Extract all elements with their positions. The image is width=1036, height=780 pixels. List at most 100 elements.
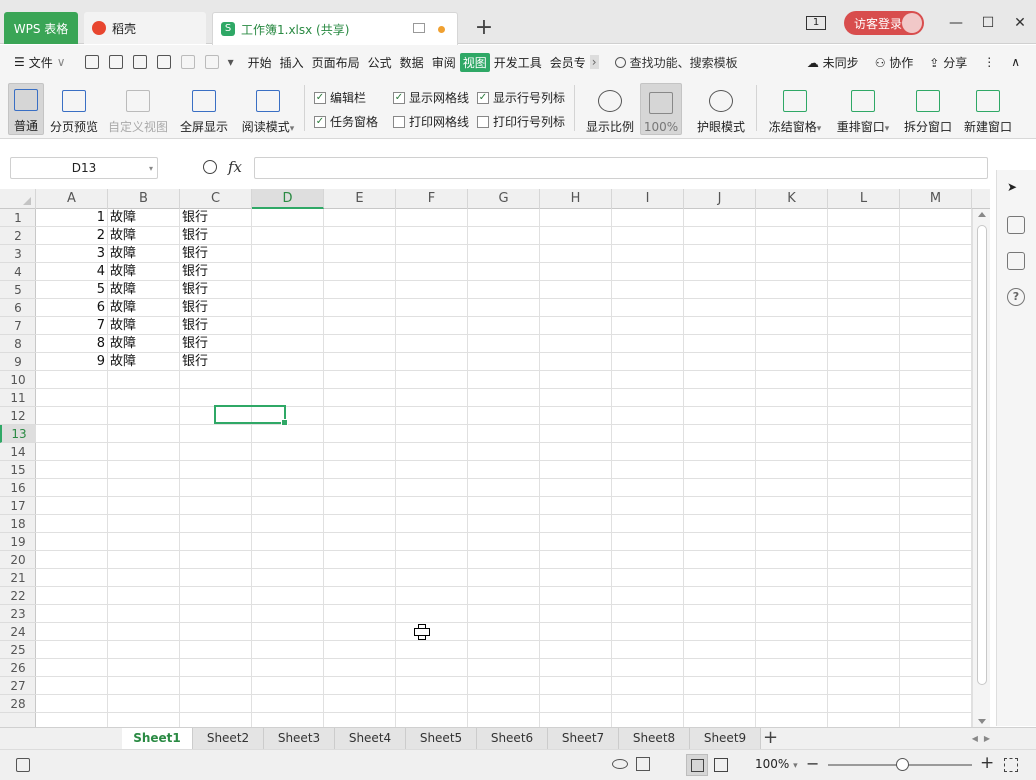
name-box[interactable]: D13 ▾ xyxy=(10,157,158,179)
cell-a1[interactable]: 1 xyxy=(36,209,108,227)
cell-c6[interactable]: 银行 xyxy=(180,299,252,317)
sheet-tab-sheet7[interactable]: Sheet7 xyxy=(548,728,619,749)
row-header-3[interactable]: 3 xyxy=(0,245,36,263)
menu-home[interactable]: 开始 xyxy=(244,54,276,71)
row-header-17[interactable]: 17 xyxy=(0,497,36,515)
sheet-tab-sheet2[interactable]: Sheet2 xyxy=(193,728,264,749)
undo-icon[interactable] xyxy=(180,55,195,69)
custom-view-button[interactable]: 自定义视图 xyxy=(106,83,170,135)
row-header-12[interactable]: 12 xyxy=(0,407,36,425)
cell-b1[interactable]: 故障 xyxy=(108,209,180,227)
menu-view[interactable]: 视图 xyxy=(459,52,490,72)
rearrange-windows-button[interactable]: 重排窗口▾ xyxy=(832,83,894,135)
help-icon[interactable]: ? xyxy=(1007,288,1025,306)
row-header-25[interactable]: 25 xyxy=(0,641,36,659)
menu-data[interactable]: 数据 xyxy=(396,54,428,71)
task-pane-checkbox[interactable]: ✓ 任务窗格 xyxy=(314,113,378,130)
row-header-1[interactable]: 1 xyxy=(0,209,36,227)
sync-status[interactable]: ☁ 未同步 xyxy=(807,54,859,71)
new-window-button[interactable]: 新建窗口 xyxy=(962,83,1014,135)
cell-a6[interactable]: 6 xyxy=(36,299,108,317)
row-header-16[interactable]: 16 xyxy=(0,479,36,497)
cell-c3[interactable]: 银行 xyxy=(180,245,252,263)
cell-c5[interactable]: 银行 xyxy=(180,281,252,299)
row-header-21[interactable]: 21 xyxy=(0,569,36,587)
save-icon[interactable] xyxy=(84,55,99,69)
menu-page-layout[interactable]: 页面布局 xyxy=(308,54,364,71)
row-header-4[interactable]: 4 xyxy=(0,263,36,281)
cell-a7[interactable]: 7 xyxy=(36,317,108,335)
print-preview-icon[interactable] xyxy=(156,55,171,69)
print-icon[interactable] xyxy=(132,55,147,69)
add-sheet-button[interactable]: + xyxy=(763,728,778,748)
menu-formula[interactable]: 公式 xyxy=(364,54,396,71)
row-header-7[interactable]: 7 xyxy=(0,317,36,335)
cell-a8[interactable]: 8 xyxy=(36,335,108,353)
row-header-2[interactable]: 2 xyxy=(0,227,36,245)
row-header-5[interactable]: 5 xyxy=(0,281,36,299)
read-mode-button[interactable]: 阅读模式▾ xyxy=(236,83,300,135)
zoom-ratio-button[interactable]: 显示比例 xyxy=(584,83,636,135)
row-header-6[interactable]: 6 xyxy=(0,299,36,317)
row-header-28[interactable]: 28 xyxy=(0,695,36,713)
tab-wps-spreadsheet[interactable]: WPS 表格 xyxy=(4,12,78,44)
print-headers-checkbox[interactable]: 打印行号列标 xyxy=(477,113,565,130)
column-header-b[interactable]: B xyxy=(108,189,180,209)
sheet-tab-sheet8[interactable]: Sheet8 xyxy=(619,728,690,749)
menu-overflow-icon[interactable]: › xyxy=(589,55,599,69)
cell-a3[interactable]: 3 xyxy=(36,245,108,263)
cell-a4[interactable]: 4 xyxy=(36,263,108,281)
zoom-level[interactable]: 100% ▾ xyxy=(755,757,798,771)
menu-file[interactable]: ☰ 文件 ∨ xyxy=(10,54,70,71)
column-header-a[interactable]: A xyxy=(36,189,108,209)
add-tab-button[interactable]: + xyxy=(474,14,494,42)
column-header-m[interactable]: M xyxy=(900,189,972,209)
row-header-24[interactable]: 24 xyxy=(0,623,36,641)
status-normal-view-button[interactable] xyxy=(686,754,708,776)
zoom-100-button[interactable]: 100% xyxy=(640,83,682,135)
sheet-tab-sheet9[interactable]: Sheet9 xyxy=(690,728,761,749)
reading-layout-icon[interactable] xyxy=(636,757,650,771)
row-header-18[interactable]: 18 xyxy=(0,515,36,533)
zoom-search-icon[interactable] xyxy=(203,160,217,174)
column-header-f[interactable]: F xyxy=(396,189,468,209)
row-header-20[interactable]: 20 xyxy=(0,551,36,569)
row-header-15[interactable]: 15 xyxy=(0,461,36,479)
monitor-icon[interactable] xyxy=(413,23,425,33)
edit-bar-checkbox[interactable]: ✓ 编辑栏 xyxy=(314,89,366,106)
cell-c8[interactable]: 银行 xyxy=(180,335,252,353)
cell-b8[interactable]: 故障 xyxy=(108,335,180,353)
column-header-d[interactable]: D xyxy=(252,189,324,209)
restore-button[interactable]: ☐ xyxy=(972,15,1004,31)
share-button[interactable]: ⇪ 分享 xyxy=(929,54,967,71)
sheet-nav-arrows[interactable]: ◀▶ xyxy=(972,734,996,743)
split-window-button[interactable]: 拆分窗口 xyxy=(902,83,954,135)
column-header-l[interactable]: L xyxy=(828,189,900,209)
row-header-13[interactable]: 13 xyxy=(0,425,36,443)
collab-button[interactable]: ⚇ 协作 xyxy=(875,54,914,71)
macro-record-icon[interactable] xyxy=(16,758,30,772)
freeze-panes-button[interactable]: 冻结窗格▾ xyxy=(764,83,826,135)
select-pointer-icon[interactable]: ➤ xyxy=(1007,180,1025,198)
cell-c1[interactable]: 银行 xyxy=(180,209,252,227)
sheet-tab-sheet4[interactable]: Sheet4 xyxy=(335,728,406,749)
cell-a9[interactable]: 9 xyxy=(36,353,108,371)
cell-a5[interactable]: 5 xyxy=(36,281,108,299)
page-indicator[interactable]: 1 xyxy=(806,16,826,30)
tab-daoke[interactable]: 稻壳 xyxy=(84,12,206,44)
column-header-j[interactable]: J xyxy=(684,189,756,209)
cell-area[interactable]: 1 故障 银行 2 故障 银行 3 故障 银行 4 故障 银行 5 故障 银行 6 故障 银行 7 故障 银行 8 故障 银行… xyxy=(36,209,972,727)
menu-member[interactable]: 会员专 xyxy=(546,54,590,71)
row-header-27[interactable]: 27 xyxy=(0,677,36,695)
cell-c7[interactable]: 银行 xyxy=(180,317,252,335)
cell-b9[interactable]: 故障 xyxy=(108,353,180,371)
quick-access-more-icon[interactable]: ▾ xyxy=(228,55,234,69)
scroll-thumb[interactable] xyxy=(977,225,987,685)
row-header-11[interactable]: 11 xyxy=(0,389,36,407)
cell-b2[interactable]: 故障 xyxy=(108,227,180,245)
row-header-23[interactable]: 23 xyxy=(0,605,36,623)
vertical-scrollbar[interactable] xyxy=(972,209,990,727)
cell-b7[interactable]: 故障 xyxy=(108,317,180,335)
row-header-19[interactable]: 19 xyxy=(0,533,36,551)
cell-b3[interactable]: 故障 xyxy=(108,245,180,263)
